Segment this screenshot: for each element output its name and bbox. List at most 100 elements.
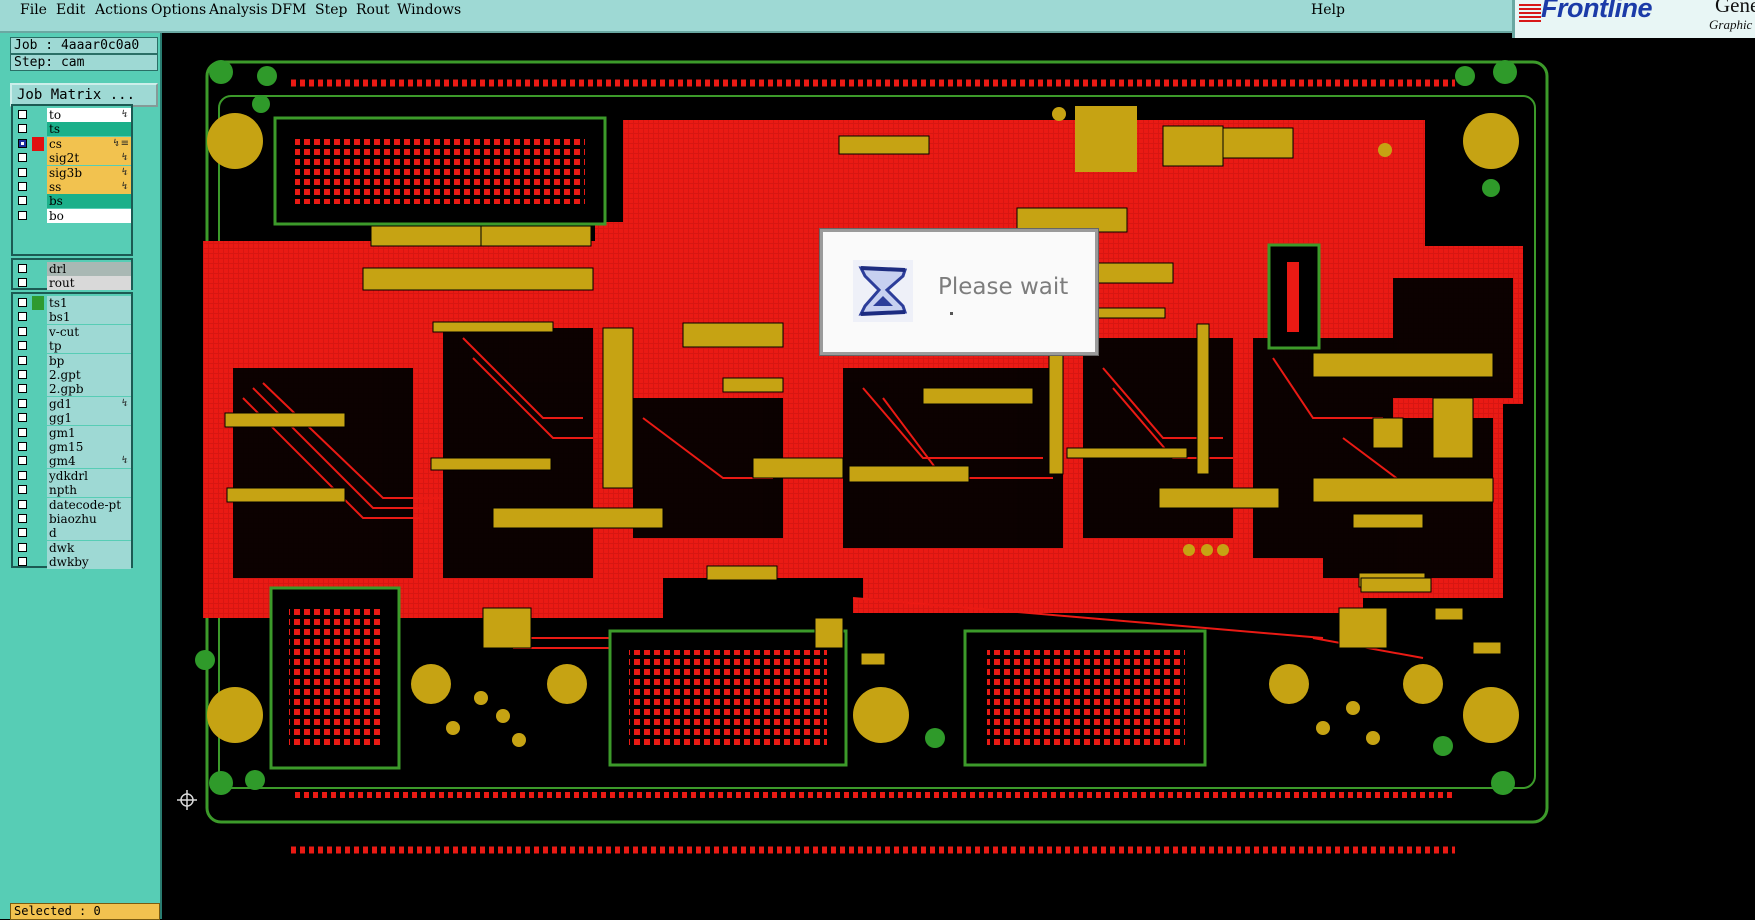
layer-name[interactable]: rout (47, 276, 131, 291)
layer-name[interactable]: datecode-pt (47, 497, 131, 512)
layer-name[interactable]: sig3b ↯ (47, 165, 131, 180)
layer-display-marker[interactable] (32, 180, 44, 194)
layer-display-marker[interactable] (32, 310, 44, 324)
menu-dfm[interactable]: DFM (271, 0, 306, 20)
layer-display-marker[interactable] (32, 512, 44, 526)
layer-display-marker[interactable] (32, 382, 44, 396)
layer-checkbox[interactable] (18, 456, 27, 466)
layer-display-marker[interactable] (32, 454, 44, 468)
layer-display-marker[interactable] (32, 354, 44, 368)
layer-name[interactable]: gg1 (47, 411, 131, 426)
layer-checkbox[interactable] (18, 370, 27, 379)
layer-row-dwkby[interactable]: dwkby (13, 554, 131, 570)
layer-display-marker[interactable] (32, 426, 44, 440)
layer-checkbox[interactable] (18, 182, 27, 191)
layer-name[interactable]: npth (47, 483, 131, 498)
layer-name[interactable]: v-cut (47, 324, 131, 339)
layer-checkbox[interactable] (18, 427, 27, 437)
layer-checkbox[interactable] (18, 326, 27, 336)
layer-name[interactable]: ts1 (47, 296, 131, 310)
layer-name[interactable]: biaozhu (47, 512, 131, 526)
layer-name[interactable]: ydkdrl (47, 468, 131, 483)
layer-checkbox[interactable] (18, 514, 27, 523)
layer-display-marker[interactable] (32, 166, 44, 180)
layer-name[interactable]: gd1 ↯ (47, 396, 131, 411)
layer-name[interactable]: cs ↯≡ (47, 136, 131, 151)
layer-display-marker[interactable] (32, 498, 44, 512)
layer-checkbox[interactable] (18, 341, 27, 351)
layer-checkbox[interactable] (18, 485, 27, 495)
layer-display-marker[interactable] (32, 483, 44, 497)
menu-file[interactable]: File (20, 0, 47, 20)
layer-name[interactable]: to ↯ (47, 108, 131, 122)
layer-checkbox[interactable] (18, 355, 27, 365)
layer-display-marker[interactable] (32, 368, 44, 382)
layer-display-marker[interactable] (32, 296, 44, 310)
layer-display-marker[interactable] (32, 325, 44, 339)
layer-name[interactable]: bo (47, 208, 131, 223)
pcb-canvas[interactable] (163, 38, 1755, 919)
layer-display-marker[interactable] (32, 555, 44, 569)
layer-display-marker[interactable] (32, 440, 44, 454)
layer-display-marker[interactable] (32, 339, 44, 353)
layer-checkbox[interactable] (18, 384, 27, 394)
layer-name[interactable]: ss ↯ (47, 180, 131, 194)
layer-name[interactable]: tp (47, 339, 131, 354)
menu-edit[interactable]: Edit (56, 0, 85, 20)
layer-display-marker[interactable] (32, 151, 44, 165)
layer-checkbox[interactable] (18, 167, 27, 177)
layer-checkbox[interactable] (18, 210, 27, 220)
layer-name[interactable]: bs (47, 194, 131, 209)
layer-display-marker[interactable] (32, 122, 44, 136)
layer-display-marker[interactable] (32, 262, 44, 276)
layer-checkbox[interactable] (18, 413, 27, 423)
layer-checkbox[interactable] (18, 278, 27, 288)
layer-display-marker[interactable] (32, 108, 44, 122)
layer-checkbox[interactable] (18, 528, 27, 538)
layer-display-marker[interactable] (32, 526, 44, 540)
menu-actions[interactable]: Actions (95, 0, 148, 20)
layer-display-marker[interactable] (32, 411, 44, 425)
layer-name[interactable]: 2.gpb (47, 382, 131, 397)
layer-checkbox[interactable] (18, 124, 27, 134)
layer-checkbox[interactable] (18, 153, 27, 163)
layer-name[interactable]: bs1 (47, 310, 131, 325)
layer-checkbox[interactable] (18, 138, 27, 148)
layer-name[interactable]: gm1 (47, 425, 131, 440)
menu-windows[interactable]: Windows (397, 0, 461, 20)
menu-options[interactable]: Options (151, 0, 206, 20)
menu-help[interactable]: Help (1311, 0, 1345, 20)
menu-analysis[interactable]: Analysis (209, 0, 268, 20)
layer-display-marker[interactable] (32, 397, 44, 411)
layer-display-marker[interactable] (32, 194, 44, 208)
layer-display-marker[interactable] (32, 469, 44, 483)
layer-name[interactable]: d (47, 526, 131, 541)
layer-name[interactable]: ts (47, 122, 131, 137)
layer-name[interactable]: 2.gpt (47, 368, 131, 382)
layer-checkbox[interactable] (18, 442, 27, 451)
layer-checkbox[interactable] (18, 499, 27, 509)
layer-display-marker[interactable] (32, 136, 44, 151)
layer-checkbox[interactable] (18, 398, 27, 408)
layer-name[interactable]: bp (47, 353, 131, 368)
layer-checkbox[interactable] (18, 264, 27, 273)
layer-row-bo[interactable]: bo (13, 208, 131, 224)
layer-checkbox[interactable] (18, 298, 27, 307)
layer-checkbox[interactable] (18, 110, 27, 119)
layer-display-marker[interactable] (32, 209, 44, 223)
layer-name[interactable]: sig2t ↯ (47, 151, 131, 166)
layer-checkbox[interactable] (18, 196, 27, 206)
layer-checkbox[interactable] (18, 312, 27, 322)
menu-rout[interactable]: Rout (356, 0, 390, 20)
layer-display-marker[interactable] (32, 276, 44, 290)
layer-display-marker[interactable] (32, 541, 44, 555)
layer-name[interactable]: gm15 (47, 440, 131, 454)
menu-step[interactable]: Step (315, 0, 347, 20)
layer-name[interactable]: dwkby (47, 555, 131, 570)
layer-checkbox[interactable] (18, 470, 27, 480)
layer-row-rout[interactable]: rout (13, 275, 131, 291)
layer-name[interactable]: gm4 ↯ (47, 454, 131, 469)
layer-checkbox[interactable] (18, 557, 27, 567)
layer-name[interactable]: drl (47, 262, 131, 276)
layer-checkbox[interactable] (18, 542, 27, 552)
